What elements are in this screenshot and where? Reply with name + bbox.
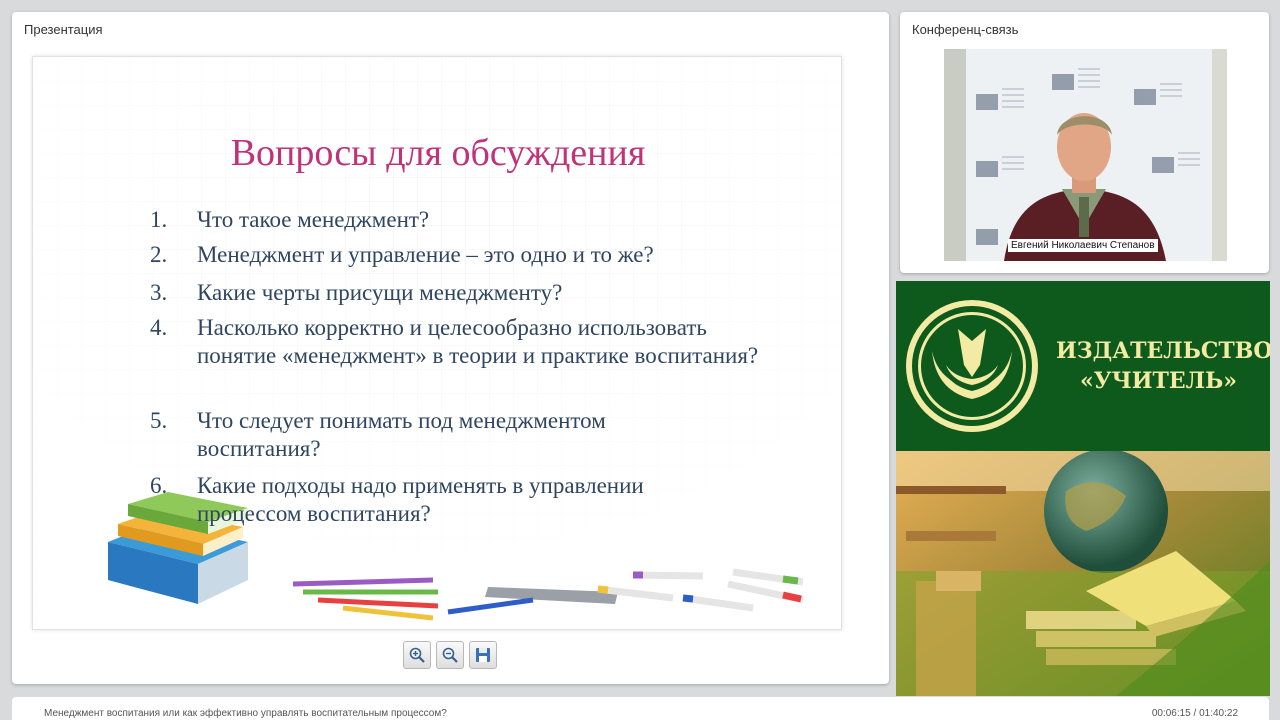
speaker-name-label: Евгений Николаевич Степанов — [1008, 239, 1158, 252]
conference-panel: Конференц-связь Евгений Николаевич Степа… — [900, 12, 1269, 273]
presentation-panel: Презентация Вопросы для обсуждения 1. Чт… — [12, 12, 889, 684]
speaker-video-frame — [944, 49, 1227, 261]
question-text: Менеджмент и управление – это одно и то … — [197, 242, 654, 267]
zoom-out-icon — [442, 647, 458, 663]
conference-panel-title: Конференц-связь — [912, 22, 1019, 37]
banner-header: ИЗДАТЕЛЬСТВО «УЧИТЕЛЬ» — [896, 281, 1270, 451]
question-number: 1. — [150, 207, 168, 232]
save-icon — [476, 648, 490, 662]
question-text: Насколько корректно и целесообразно испо… — [197, 315, 759, 368]
zoom-out-button[interactable] — [436, 641, 464, 669]
playback-time: 00:06:15 / 01:40:22 — [1151, 708, 1238, 719]
slide-heading: Вопросы для обсуждения — [230, 132, 646, 174]
books-globe-image — [896, 451, 1270, 696]
publisher-name-line1: ИЗДАТЕЛЬСТВО — [1056, 338, 1270, 364]
presentation-panel-title: Презентация — [24, 22, 103, 37]
question-number: 4. — [150, 315, 168, 340]
question-number: 5. — [150, 408, 168, 433]
question-text: Какие черты присущи менеджменту? — [197, 280, 563, 305]
question-text: Что следует понимать под менеджментом во… — [197, 408, 606, 461]
player-bottom-bar: Менеджмент воспитания или как эффективно… — [12, 697, 1269, 720]
question-number: 6. — [150, 473, 168, 498]
publisher-name-line2: «УЧИТЕЛЬ» — [1080, 368, 1237, 394]
lecture-title: Менеджмент воспитания или как эффективно… — [44, 708, 447, 719]
question-number: 3. — [150, 280, 168, 305]
speaker-video[interactable]: Евгений Николаевич Степанов — [944, 49, 1227, 261]
publisher-logo — [906, 300, 1038, 432]
zoom-in-button[interactable] — [403, 641, 431, 669]
publisher-name: ИЗДАТЕЛЬСТВО «УЧИТЕЛЬ» — [1056, 336, 1270, 396]
slide: Вопросы для обсуждения 1. Что такое мене… — [32, 56, 842, 630]
publisher-banner[interactable]: ИЗДАТЕЛЬСТВО «УЧИТЕЛЬ» — [896, 281, 1270, 696]
question-text: Что такое менеджмент? — [197, 207, 430, 232]
question-number: 2. — [150, 242, 168, 267]
save-button[interactable] — [469, 641, 497, 669]
question-text: Какие подходы надо применять в управлени… — [197, 473, 644, 526]
zoom-in-icon — [409, 647, 425, 663]
